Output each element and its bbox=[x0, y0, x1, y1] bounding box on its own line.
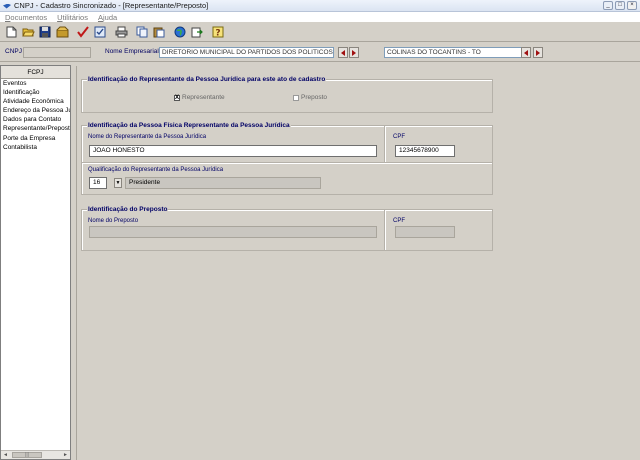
qualificacao-code-input[interactable]: 16 bbox=[89, 177, 107, 189]
section1-title: Identificação do Representante da Pessoa… bbox=[87, 76, 327, 83]
sidebar-item-endereco[interactable]: Endereço da Pessoa Jurí bbox=[1, 106, 70, 115]
chevron-down-icon: ▼ bbox=[115, 180, 121, 186]
fcpj-sidebar: FCPJ Eventos Identificação Atividade Eco… bbox=[0, 65, 71, 460]
verify-icon[interactable] bbox=[92, 24, 108, 40]
svg-text:?: ? bbox=[215, 29, 220, 39]
municipio-field: COLINAS DO TOCANTINS - TO bbox=[384, 47, 526, 58]
sidebar-horizontal-scrollbar[interactable]: ◄ ||| ► bbox=[1, 450, 70, 459]
representante-ato-group: Identificação do Representante da Pessoa… bbox=[81, 76, 493, 113]
sidebar-item-atividade-economica[interactable]: Atividade Econômica bbox=[1, 97, 70, 106]
section3-title: Identificação do Preposto bbox=[87, 206, 169, 213]
sidebar-item-contabilista[interactable]: Contabilista bbox=[1, 143, 70, 152]
sidebar-item-representante-preposto[interactable]: Representante/Preposto bbox=[1, 124, 70, 133]
sidebar-item-porte-empresa[interactable]: Porte da Empresa bbox=[1, 134, 70, 143]
qualificacao-desc-field: Presidente bbox=[125, 177, 321, 189]
scroll-left-icon[interactable]: ◄ bbox=[2, 452, 9, 459]
minimize-button[interactable]: _ bbox=[603, 1, 613, 10]
save-icon[interactable] bbox=[37, 24, 53, 40]
representante-checkbox-label: Representante bbox=[182, 94, 225, 101]
copy-icon[interactable] bbox=[134, 24, 150, 40]
cnpj-bar: CNPJ Nome Empresarial DIRETORIO MUNICIPA… bbox=[0, 42, 640, 62]
cpf-representante-label: CPF bbox=[393, 134, 405, 140]
arrow-right-icon bbox=[352, 49, 356, 56]
sidebar-item-identificacao[interactable]: Identificação bbox=[1, 88, 70, 97]
cpf-preposto-label: CPF bbox=[393, 218, 405, 224]
scroll-right-icon[interactable]: ► bbox=[62, 452, 69, 459]
preposto-checkbox-box[interactable] bbox=[293, 94, 299, 101]
sidebar-title: FCPJ bbox=[1, 66, 70, 79]
main-panel: Identificação do Representante da Pessoa… bbox=[76, 66, 640, 460]
menu-ajuda[interactable]: Ajuda bbox=[98, 13, 117, 22]
nome-prev-button[interactable] bbox=[338, 47, 348, 58]
menu-documentos[interactable]: Documentos bbox=[5, 13, 47, 22]
sidebar-item-dados-contato[interactable]: Dados para Contato bbox=[1, 115, 70, 124]
title-bar: CNPJ - Cadastro Sincronizado - [Represen… bbox=[0, 0, 640, 12]
new-file-icon[interactable] bbox=[3, 24, 19, 40]
cnpj-label: CNPJ bbox=[5, 48, 22, 55]
cpf-representante-input[interactable]: 12345678900 bbox=[395, 145, 455, 157]
close-button[interactable]: × bbox=[627, 1, 637, 10]
paste-icon[interactable] bbox=[151, 24, 167, 40]
arrow-left-icon bbox=[524, 49, 528, 56]
help-icon[interactable]: ? bbox=[210, 24, 226, 40]
nome-preposto-label: Nome do Preposto bbox=[88, 218, 139, 224]
qualificacao-label: Qualificação do Representante da Pessoa … bbox=[88, 167, 224, 173]
arrow-right-icon bbox=[536, 49, 540, 56]
export-icon[interactable] bbox=[189, 24, 205, 40]
municipio-next-button[interactable] bbox=[533, 47, 543, 58]
nome-empresarial-label: Nome Empresarial bbox=[105, 48, 159, 55]
window-title: CNPJ - Cadastro Sincronizado - [Represen… bbox=[14, 1, 209, 10]
section2-title: Identificação da Pessoa Física Represent… bbox=[87, 122, 291, 129]
web-icon[interactable] bbox=[172, 24, 188, 40]
open-folder-icon[interactable] bbox=[20, 24, 36, 40]
nome-preposto-input[interactable] bbox=[89, 226, 377, 238]
pessoa-fisica-representante-group: Identificação da Pessoa Física Represent… bbox=[81, 122, 493, 195]
scroll-thumb[interactable]: ||| bbox=[12, 452, 42, 458]
qualificacao-dropdown-button[interactable]: ▼ bbox=[114, 178, 122, 188]
toolbar: ? bbox=[0, 23, 640, 42]
nome-empresarial-field: DIRETORIO MUNICIPAL DO PARTIDOS DOS POLI… bbox=[159, 47, 334, 58]
preposto-checkbox[interactable]: Preposto bbox=[293, 94, 327, 101]
open-package-icon[interactable] bbox=[54, 24, 70, 40]
representante-checkbox[interactable]: X Representante bbox=[174, 94, 225, 101]
cnpj-field bbox=[23, 47, 91, 58]
preposto-checkbox-label: Preposto bbox=[301, 94, 328, 101]
municipio-prev-button[interactable] bbox=[521, 47, 531, 58]
app-logo-icon bbox=[3, 2, 11, 10]
menu-bar: Documentos Utilitários Ajuda bbox=[0, 12, 640, 23]
print-icon[interactable] bbox=[113, 24, 129, 40]
maximize-button[interactable]: □ bbox=[615, 1, 625, 10]
window-controls: _ □ × bbox=[603, 1, 637, 10]
menu-utilitarios[interactable]: Utilitários bbox=[57, 13, 88, 22]
sidebar-item-eventos[interactable]: Eventos bbox=[1, 79, 70, 88]
arrow-left-icon bbox=[341, 49, 345, 56]
nome-representante-label: Nome do Representante da Pessoa Jurídica bbox=[88, 134, 207, 140]
cpf-preposto-input[interactable] bbox=[395, 226, 455, 238]
nome-representante-input[interactable]: JOAO HONESTO bbox=[89, 145, 377, 157]
preposto-group: Identificação do Preposto Nome do Prepos… bbox=[81, 206, 493, 251]
nome-next-button[interactable] bbox=[349, 47, 359, 58]
representante-checkbox-box[interactable]: X bbox=[174, 94, 180, 101]
check-icon[interactable] bbox=[75, 24, 91, 40]
